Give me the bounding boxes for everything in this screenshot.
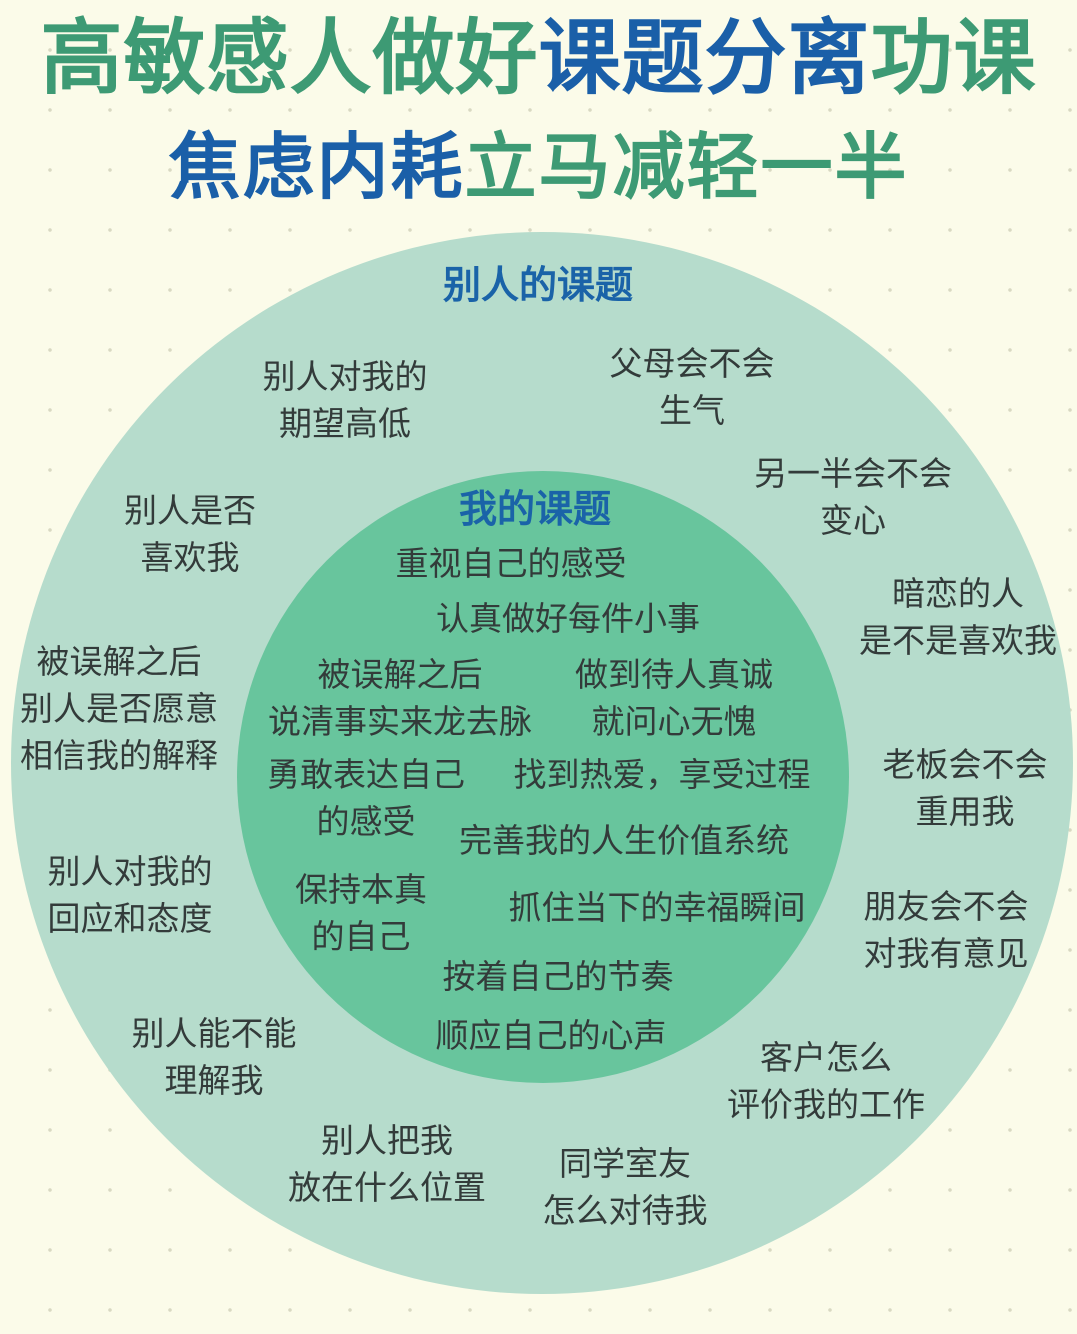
outer-item-misunderstood: 被误解之后 别人是否愿意 相信我的解释 (20, 642, 218, 775)
subtitle-part-1: 焦虑内耗 (168, 125, 465, 209)
outer-item-friends: 朋友会不会 对我有意见 (863, 887, 1029, 973)
page-title: 高敏感人做好课题分离功课 (0, 11, 1077, 106)
inner-item-value-system: 完善我的人生价值系统 (459, 821, 789, 860)
others-tasks-heading: 别人的课题 (442, 263, 634, 307)
outer-item-response-attitude: 别人对我的 回应和态度 (47, 852, 213, 938)
outer-item-expectations: 别人对我的 期望高低 (262, 357, 428, 443)
outer-item-crush: 暗恋的人 是不是喜欢我 (859, 574, 1057, 660)
outer-item-parents-angry: 父母会不会 生气 (609, 344, 775, 430)
inner-item-sincere: 做到待人真诚 就问心无愧 (575, 655, 773, 741)
outer-item-understand: 别人能不能 理解我 (131, 1014, 297, 1100)
inner-item-feelings: 重视自己的感受 (395, 544, 627, 583)
subtitle-part-2: 立马减轻一半 (464, 125, 909, 209)
title-part-3: 功课 (870, 11, 1037, 106)
inner-item-inner-voice: 顺应自己的心声 (435, 1016, 667, 1055)
outer-item-boss: 老板会不会 重用我 (882, 745, 1048, 831)
inner-item-happiness: 抓住当下的幸福瞬间 (508, 888, 806, 927)
inner-item-small-things: 认真做好每件小事 (436, 599, 700, 638)
inner-item-true-self: 保持本真 的自己 (295, 870, 427, 956)
title-part-1: 高敏感人做好 (40, 11, 539, 106)
page-subtitle: 焦虑内耗立马减轻一半 (0, 125, 1077, 209)
outer-item-position: 别人把我 放在什么位置 (288, 1121, 486, 1207)
inner-item-passion: 找到热爱，享受过程 (513, 755, 811, 794)
inner-item-explain-facts: 被误解之后 说清事实来龙去脉 (268, 655, 532, 741)
outer-item-classmates: 同学室友 怎么对待我 (542, 1144, 708, 1230)
title-part-2: 课题分离 (538, 11, 871, 106)
inner-item-rhythm: 按着自己的节奏 (442, 957, 674, 996)
outer-item-clients: 客户怎么 评价我的工作 (727, 1038, 925, 1124)
outer-item-like-me: 别人是否 喜欢我 (124, 491, 256, 577)
inner-item-express: 勇敢表达自己 的感受 (267, 755, 465, 841)
my-tasks-heading: 我的课题 (458, 487, 612, 531)
outer-item-partner-change: 另一半会不会 变心 (754, 454, 952, 540)
